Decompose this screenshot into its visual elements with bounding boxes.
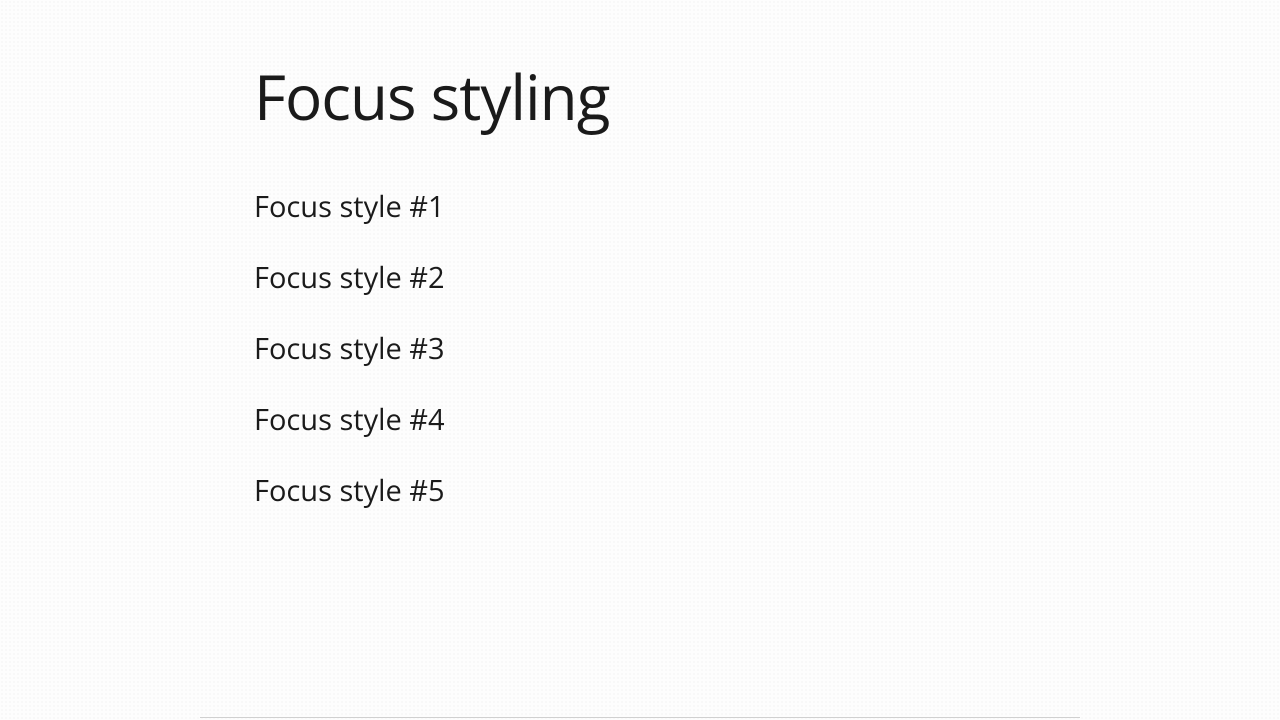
footer-divider xyxy=(200,717,1080,718)
focus-style-link-4[interactable]: Focus style #4 xyxy=(254,400,445,439)
focus-style-link-1[interactable]: Focus style #1 xyxy=(254,187,445,226)
page-title: Focus styling xyxy=(254,55,1280,139)
link-list: Focus style #1 Focus style #2 Focus styl… xyxy=(254,187,1280,510)
focus-style-link-3[interactable]: Focus style #3 xyxy=(254,329,445,368)
main-content: Focus styling Focus style #1 Focus style… xyxy=(0,0,1280,510)
focus-style-link-2[interactable]: Focus style #2 xyxy=(254,258,445,297)
focus-style-link-5[interactable]: Focus style #5 xyxy=(254,471,445,510)
